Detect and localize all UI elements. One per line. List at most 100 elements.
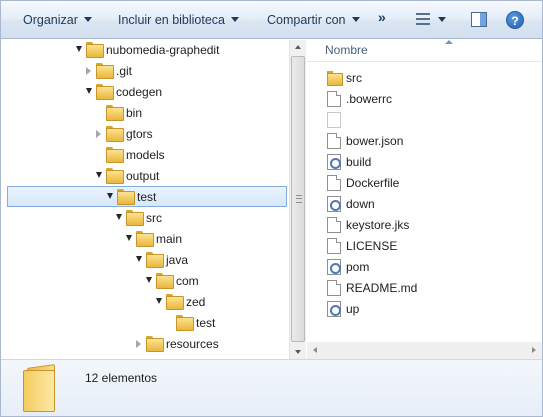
file-icon xyxy=(327,133,341,149)
tree-item[interactable]: bin xyxy=(1,103,289,124)
tree-item[interactable]: output xyxy=(1,166,289,187)
file-item-label: bower.json xyxy=(346,134,404,148)
scroll-up-icon[interactable] xyxy=(295,45,301,49)
file-item-label: up xyxy=(346,302,360,316)
help-icon[interactable]: ? xyxy=(506,11,524,29)
file-list-pane: Nombre src .bowerrc bower.json build Dockerf… xyxy=(307,40,542,359)
tree-item-label: test xyxy=(137,190,157,204)
scroll-down-icon[interactable] xyxy=(295,350,301,354)
file-icon xyxy=(327,175,341,191)
file-item-label: LICENSE xyxy=(346,239,398,253)
tree-item[interactable]: .git xyxy=(1,61,289,82)
expand-arrow-icon[interactable] xyxy=(96,130,101,138)
file-item-label: README.md xyxy=(346,281,418,295)
file-item-label: src xyxy=(346,71,362,85)
tree-item-label: src xyxy=(146,211,162,225)
expand-arrow-icon[interactable] xyxy=(136,340,141,348)
file-item[interactable]: down xyxy=(325,194,525,214)
content-horizontal-scrollbar[interactable] xyxy=(307,342,542,359)
file-item[interactable]: .bowerrc xyxy=(325,89,525,109)
tree-item-label: gtors xyxy=(126,127,153,141)
include-in-library-button[interactable]: Incluir en biblioteca xyxy=(118,10,240,30)
tree-item[interactable]: resources xyxy=(1,334,289,355)
tree-item[interactable]: nubomedia-graphedit xyxy=(1,40,289,61)
command-bar: Organizar Incluir en biblioteca Comparti… xyxy=(1,1,542,39)
more-commands-button[interactable]: » xyxy=(378,9,386,25)
name-column-header[interactable]: Nombre xyxy=(307,40,542,62)
script-icon xyxy=(327,196,341,212)
item-count: 12 elementos xyxy=(85,371,158,385)
tree-item[interactable]: zed xyxy=(1,292,289,313)
file-item[interactable]: LICENSE xyxy=(325,236,525,256)
file-item-label: keystore.jks xyxy=(346,218,410,232)
tree-item-label: output xyxy=(126,169,160,183)
tree-item[interactable]: test xyxy=(7,186,287,207)
include-label: Incluir en biblioteca xyxy=(118,13,226,27)
collapse-arrow-icon[interactable] xyxy=(96,172,102,178)
tree-item-label: main xyxy=(156,232,183,246)
tree-item[interactable]: src xyxy=(1,208,289,229)
tree-item[interactable]: test xyxy=(1,313,289,334)
collapse-arrow-icon[interactable] xyxy=(136,256,142,262)
folder-icon xyxy=(126,210,144,226)
tree-item[interactable]: gtors xyxy=(1,124,289,145)
tree-item[interactable]: java xyxy=(1,250,289,271)
file-item[interactable]: pom xyxy=(325,257,525,277)
collapse-arrow-icon[interactable] xyxy=(126,235,132,241)
tree-item[interactable]: models xyxy=(1,145,289,166)
expand-arrow-icon[interactable] xyxy=(86,67,91,75)
name-column-label: Nombre xyxy=(325,43,368,57)
tree-item-label: nubomedia-graphedit xyxy=(106,43,220,57)
tree-item[interactable]: codegen xyxy=(1,82,289,103)
file-item[interactable]: bower.json xyxy=(325,131,525,151)
view-list-icon[interactable] xyxy=(416,13,430,25)
file-icon xyxy=(327,217,341,233)
organize-label: Organizar xyxy=(23,13,78,27)
nav-vertical-scrollbar[interactable] xyxy=(289,40,306,359)
collapse-arrow-icon[interactable] xyxy=(146,277,152,283)
file-item[interactable]: Dockerfile xyxy=(325,173,525,193)
views-dropdown-icon[interactable] xyxy=(438,17,446,22)
chevron-down-icon xyxy=(351,17,360,22)
collapse-arrow-icon[interactable] xyxy=(76,46,82,52)
folder-icon xyxy=(96,63,114,79)
file-item-label: .bowerrc xyxy=(346,92,393,106)
folder-icon xyxy=(96,84,114,100)
preview-pane-icon[interactable] xyxy=(471,12,487,27)
file-item[interactable]: src xyxy=(325,68,525,88)
file-item[interactable]: keystore.jks xyxy=(325,215,525,235)
file-item[interactable] xyxy=(325,110,525,130)
folder-icon xyxy=(106,105,124,121)
file-icon xyxy=(327,238,341,254)
tree-item-label: models xyxy=(126,148,165,162)
file-item[interactable]: README.md xyxy=(325,278,525,298)
organize-button[interactable]: Organizar xyxy=(23,10,92,30)
tree-item[interactable]: main xyxy=(1,229,289,250)
folder-icon xyxy=(166,294,184,310)
explorer-window: Organizar Incluir en biblioteca Comparti… xyxy=(0,0,543,417)
tree-item-label: test xyxy=(196,316,216,330)
collapse-arrow-icon[interactable] xyxy=(86,88,92,94)
scroll-right-icon[interactable] xyxy=(532,347,536,353)
tree-item-label: resources xyxy=(166,337,219,351)
file-item[interactable]: build xyxy=(325,152,525,172)
collapse-arrow-icon[interactable] xyxy=(156,298,162,304)
chevron-down-icon xyxy=(231,17,240,22)
folder-icon xyxy=(106,147,124,163)
tree-item-label: codegen xyxy=(116,85,163,99)
tree-item-label: java xyxy=(166,253,189,267)
collapse-arrow-icon[interactable] xyxy=(107,193,113,199)
scroll-left-icon[interactable] xyxy=(313,347,317,353)
navigation-pane: nubomedia-graphedit .git codegen bin gtors mo… xyxy=(1,40,289,359)
share-with-button[interactable]: Compartir con xyxy=(267,10,360,30)
tree-item-label: com xyxy=(176,274,199,288)
folder-icon xyxy=(117,189,135,205)
share-label: Compartir con xyxy=(267,13,346,27)
folder-icon xyxy=(106,168,124,184)
scroll-thumb[interactable] xyxy=(291,56,305,342)
tree-item[interactable]: com xyxy=(1,271,289,292)
details-pane: 12 elementos xyxy=(1,359,542,416)
script-icon xyxy=(327,154,341,170)
collapse-arrow-icon[interactable] xyxy=(116,214,122,220)
file-item[interactable]: up xyxy=(325,299,525,319)
